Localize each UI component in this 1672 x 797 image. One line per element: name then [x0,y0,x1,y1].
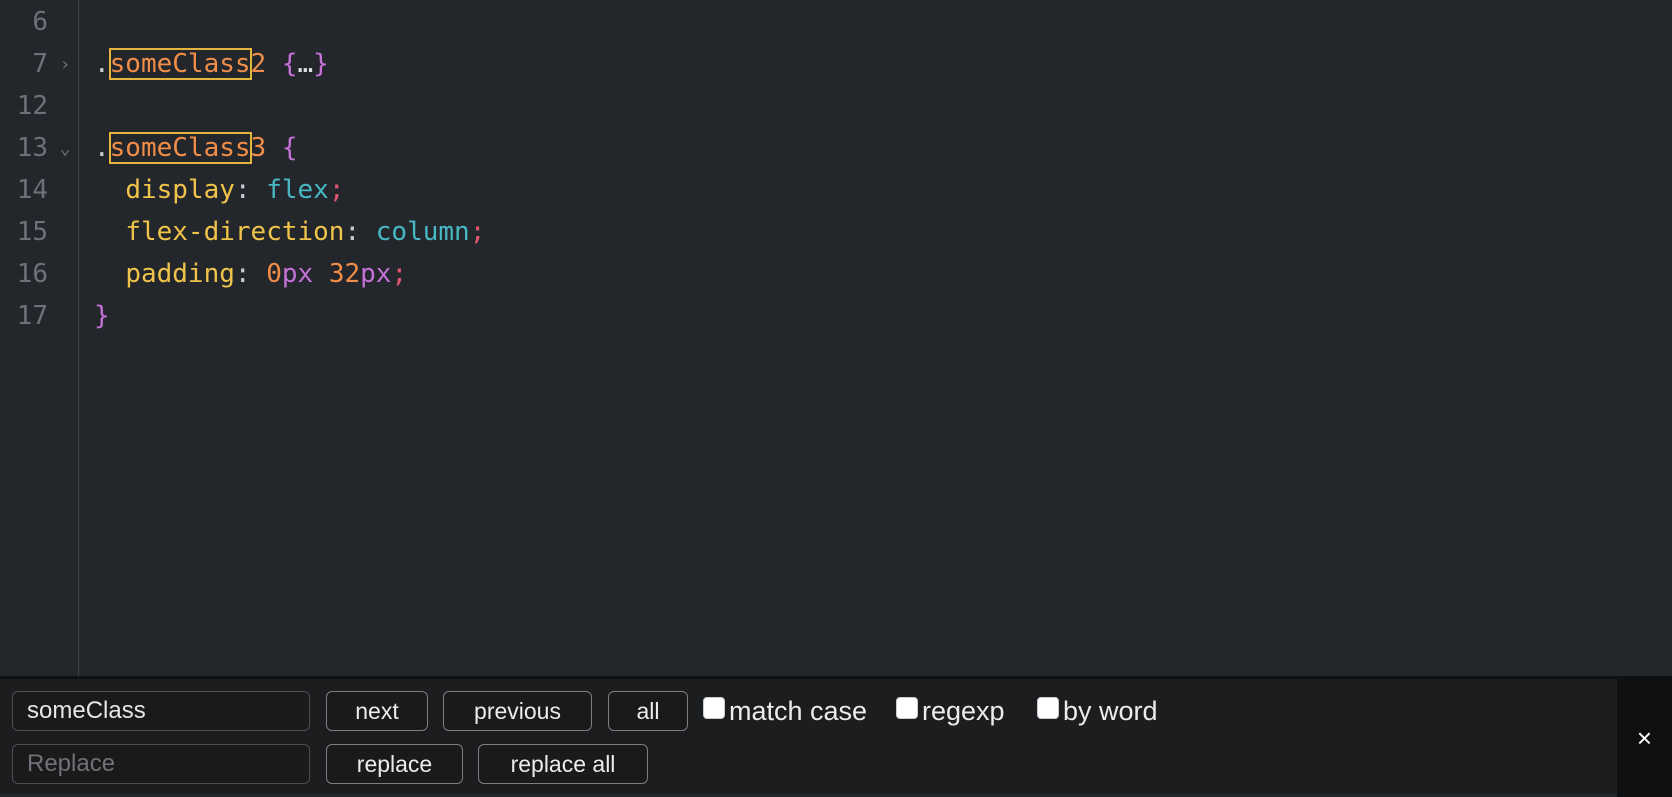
regexp-checkbox[interactable]: regexp [896,691,1005,731]
fold-collapsed-icon[interactable]: › [56,42,74,87]
selector-dot: . [94,49,110,79]
replace-input[interactable] [12,744,310,784]
fold-expanded-icon[interactable]: ⌄ [56,126,74,171]
line-number: 17 [16,301,48,331]
match-case-box[interactable] [703,697,725,719]
code-text[interactable]: .someClass2 {…} [94,42,329,87]
css-property: flex-direction [125,217,345,247]
all-button[interactable]: all [608,691,688,731]
css-value: column [375,217,470,247]
code-editor[interactable]: 6 7 › .someClass2 {…} 12 13 ⌄ .someClass… [0,0,1672,676]
search-match: someClass [108,48,252,80]
code-text[interactable]: flex-direction: column; [94,210,485,255]
code-line: 14 display: flex; [0,168,1672,213]
selector-suffix: 2 [250,49,267,79]
code-text[interactable]: padding: 0px 32px; [94,252,407,297]
replace-button[interactable]: replace [326,744,463,784]
line-number: 15 [16,217,48,247]
open-brace: { [281,49,298,79]
code-line: 17 } [0,294,1672,339]
css-unit: px [360,259,392,289]
css-number: 32 [328,259,361,289]
code-text[interactable]: } [94,294,110,339]
regexp-label: regexp [922,695,1005,726]
code-line: 15 flex-direction: column; [0,210,1672,255]
css-number: 0 [266,259,282,289]
line-number: 14 [16,175,48,205]
code-line: 13 ⌄ .someClass3 { [0,126,1672,171]
match-case-checkbox[interactable]: match case [703,691,867,731]
match-case-label: match case [729,695,868,726]
code-text[interactable]: .someClass3 { [94,126,298,171]
search-panel: next previous all match case regexp by w… [0,676,1672,797]
css-value: flex [266,175,329,205]
code-line: 6 [0,0,1672,45]
code-text[interactable]: display: flex; [94,168,344,213]
line-number: 7 [32,49,48,79]
css-unit: px [281,259,314,289]
code-line: 7 › .someClass2 {…} [0,42,1672,87]
folded-ellipsis[interactable]: … [298,49,314,79]
colon: : [234,175,251,205]
close-icon[interactable]: × [1617,679,1672,797]
line-number: 16 [16,259,48,289]
line-number: 13 [16,133,48,163]
regexp-box[interactable] [896,697,918,719]
search-input[interactable] [12,691,310,731]
by-word-checkbox[interactable]: by word [1037,691,1158,731]
code-line: 16 padding: 0px 32px; [0,252,1672,297]
by-word-label: by word [1063,695,1158,726]
open-brace: { [281,133,298,163]
colon: : [234,259,251,289]
css-property: padding [125,259,235,289]
selector-dot: . [94,133,110,163]
line-number: 6 [32,7,48,37]
search-match: someClass [108,132,252,164]
semicolon: ; [328,175,345,205]
replace-all-button[interactable]: replace all [478,744,648,784]
previous-button[interactable]: previous [443,691,592,731]
css-property: display [125,175,235,205]
semicolon: ; [469,217,486,247]
selector-suffix: 3 [250,133,267,163]
by-word-box[interactable] [1037,697,1059,719]
line-number: 12 [16,91,48,121]
next-button[interactable]: next [326,691,428,731]
code-line: 12 [0,84,1672,129]
close-brace: } [313,49,329,79]
colon: : [344,217,361,247]
semicolon: ; [391,259,408,289]
close-brace: } [94,301,110,331]
